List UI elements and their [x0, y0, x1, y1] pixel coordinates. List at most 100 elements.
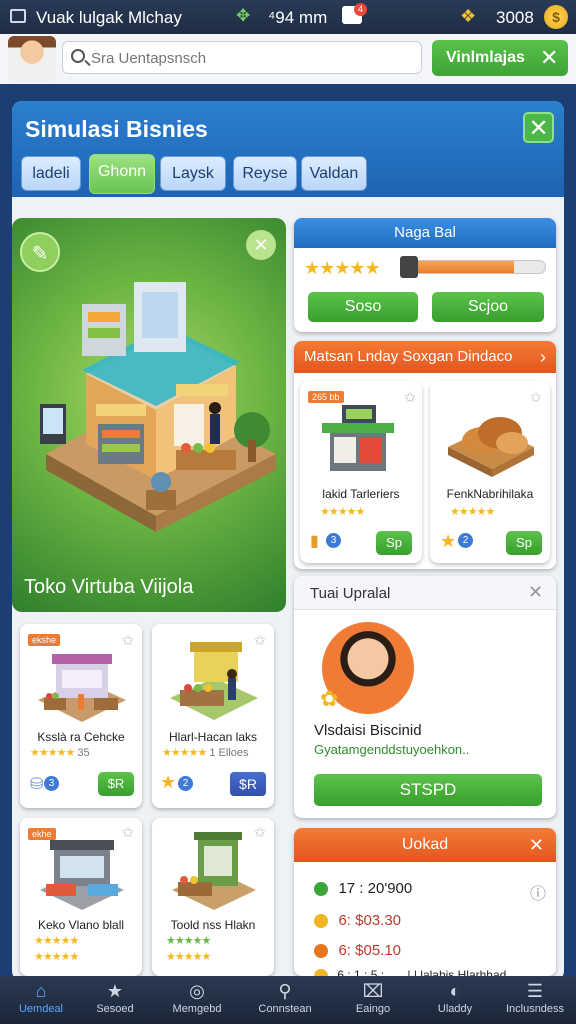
close-icon[interactable]: ✕ — [540, 45, 558, 71]
shop-card[interactable]: ekshe ✩ Ksslà ra Cehcke ★★★★★ 35 ⛁ 3 $R — [20, 624, 142, 808]
close-icon[interactable]: ✕ — [529, 828, 544, 862]
market-header[interactable]: Matsan Lnday Soxgan Dindaco › — [294, 341, 556, 373]
hero-card[interactable]: ✎ ✕ Toko Virtuba Viijola — [12, 218, 286, 612]
bag-icon: ⛁ — [30, 776, 44, 793]
shop-rating: ★★★★★ 1 Elloes — [162, 746, 249, 759]
panel-header: Simulasi Bisnies ✕ ladeli Ghonn Laysk Re… — [12, 101, 564, 197]
item-rating-stars: ★★★★★ — [320, 506, 365, 518]
shop-card[interactable]: ✩ Hlarl-Hacan laks ★★★★★ 1 Elloes ★ 2 $R — [152, 624, 274, 808]
bottom-nav: ⌂ Uemdeal ★ Sesoed ◎ Memgebd ⚲ Connstean… — [0, 976, 576, 1024]
search-input[interactable] — [91, 46, 411, 70]
coin-icon — [314, 881, 328, 896]
uokad-row: 17 : 20'900 ⓘ — [314, 880, 546, 903]
nav-globe[interactable]: ◎ Memgebd — [156, 976, 238, 1024]
bread-illustration — [448, 417, 534, 477]
market-stall-illustration — [170, 642, 258, 720]
shop-illustration — [38, 654, 126, 722]
shop-buy-button[interactable]: $R — [230, 772, 266, 796]
item-count-badge: 3 — [326, 533, 341, 548]
tab-laysk[interactable]: Laysk — [160, 156, 226, 191]
shop-illustration — [40, 282, 276, 532]
upgrade-title: Tuai Upralal — [310, 585, 391, 602]
buy-button[interactable]: Sp — [376, 531, 412, 555]
shop-card[interactable]: ✩ Toold nss Hlakn ★★★★★ ★★★★★ — [152, 818, 274, 976]
item-tag: 265 bb — [308, 391, 344, 403]
search-box[interactable] — [62, 41, 422, 74]
shop-badge: 3 — [44, 776, 59, 791]
gem-count: ⁴94 mm — [268, 8, 328, 27]
nav-label: Connstean — [258, 1003, 312, 1015]
search-icon: ⚲ — [278, 981, 292, 1001]
nav-home[interactable]: ⌂ Uemdeal — [0, 976, 82, 1024]
item-count-badge: 2 — [458, 533, 473, 548]
store-icon: ⌧ — [362, 981, 384, 1001]
nav-search[interactable]: ⚲ Connstean — [244, 976, 326, 1024]
shop-card[interactable]: ekhe ✩ Keko Vlano blall ★★★★★ ★★★★★ — [20, 818, 142, 976]
uokad-value: 6 : 1 : 5 : . . . | | lalahis Hlarhhad — [337, 968, 507, 976]
cup-icon: ▮ — [310, 533, 319, 550]
shop-buy-button[interactable]: $R — [98, 772, 134, 796]
coin-icon[interactable]: $ — [544, 5, 568, 29]
close-icon[interactable]: ✕ — [528, 582, 543, 603]
naga-rating-stars: ★★★★★ — [304, 258, 381, 278]
rating-stars: ★★★★★ — [34, 935, 79, 947]
nav-chart[interactable]: ◐ Uladdy — [414, 976, 496, 1024]
market-item[interactable]: 265 bb ✩ lakid Tarleriers ★★★★★ ▮ 3 Sp — [300, 381, 422, 563]
menu-icon: ☰ — [526, 981, 544, 1001]
uokad-title: Uokad — [401, 836, 449, 853]
nav-menu[interactable]: ☰ Inclusndess — [494, 976, 576, 1024]
naga-card: Naga Bal ★★★★★ Soso Scjoo — [294, 218, 556, 332]
rating-stars: ★★★★★ — [162, 747, 207, 759]
progress-handle-icon[interactable] — [400, 256, 418, 278]
nav-label: Eaingo — [355, 1003, 391, 1015]
rating-stars: ★★★★★ — [166, 951, 211, 963]
rating-stars: ★★★★★ — [34, 951, 79, 963]
chart-icon: ◐ — [449, 981, 461, 1001]
upgrade-button[interactable]: STSPD — [314, 774, 542, 806]
uokad-value: 6: $03.30 — [338, 912, 402, 929]
top-action-button[interactable]: Vinlmlajas ✕ — [432, 40, 568, 76]
panel-title: Simulasi Bisnies — [25, 116, 208, 142]
rating-count: 35 — [77, 747, 90, 759]
rating-stars: ★★★★★ — [30, 747, 75, 759]
market-title: Matsan Lnday Soxgan Dindaco — [304, 348, 513, 365]
naga-button-1[interactable]: Soso — [308, 292, 418, 322]
buy-button[interactable]: Sp — [506, 531, 542, 555]
upgrade-card: Tuai Upralal ✕ ✿ Vlsdaisi Biscinid Gyata… — [294, 576, 556, 818]
panel-close-button[interactable]: ✕ — [523, 112, 554, 143]
star-badge-icon: ★ — [440, 531, 457, 551]
flower-badge-icon: ✿ — [320, 686, 339, 711]
shop-illustration — [40, 840, 124, 910]
shop-name: Ksslà ra Cehcke — [37, 730, 125, 744]
nav-label: Memgebd — [172, 1003, 222, 1015]
market-item[interactable]: ✩ FenkNabrihilaka ★★★★★ ★ 2 Sp — [430, 381, 550, 563]
tab-ladeli[interactable]: ladeli — [21, 156, 81, 191]
shop-badge: 2 — [178, 776, 193, 791]
nav-store[interactable]: ⌧ Eaingo — [332, 976, 414, 1024]
gem-icon: ✥ — [236, 6, 251, 25]
shop-illustration — [172, 832, 256, 910]
item-name: lakid Tarleriers — [322, 487, 400, 501]
nav-label: Uladdy — [437, 1003, 473, 1015]
uokad-header: Uokad ✕ — [294, 828, 556, 862]
tab-ghonn[interactable]: Ghonn — [89, 154, 155, 194]
naga-button-2[interactable]: Scjoo — [432, 292, 544, 322]
globe-icon: ◎ — [189, 981, 205, 1001]
item-name: FenkNabrihilaka — [446, 487, 534, 501]
tab-reyse[interactable]: Reyse — [233, 156, 297, 191]
star-badge-icon: ★ — [160, 772, 177, 792]
shop-name: Hlarl-Hacan laks — [168, 730, 258, 744]
avatar[interactable] — [8, 36, 56, 82]
coin-icon — [314, 943, 328, 958]
nav-star[interactable]: ★ Sesoed — [74, 976, 156, 1024]
tab-valdan[interactable]: Valdan — [301, 156, 367, 191]
hero-caption: Toko Virtuba Viijola — [24, 576, 194, 598]
pin-icon[interactable]: ✩ — [404, 389, 416, 406]
chevron-right-icon[interactable]: › — [540, 341, 546, 373]
info-icon[interactable]: ⓘ — [530, 880, 546, 904]
item-rating-stars: ★★★★★ — [450, 506, 495, 518]
stand-illustration — [322, 405, 394, 471]
coin-stack-icon: ❖ — [460, 6, 477, 26]
coin-count: 3008 — [496, 8, 534, 27]
app-icon — [10, 9, 26, 23]
